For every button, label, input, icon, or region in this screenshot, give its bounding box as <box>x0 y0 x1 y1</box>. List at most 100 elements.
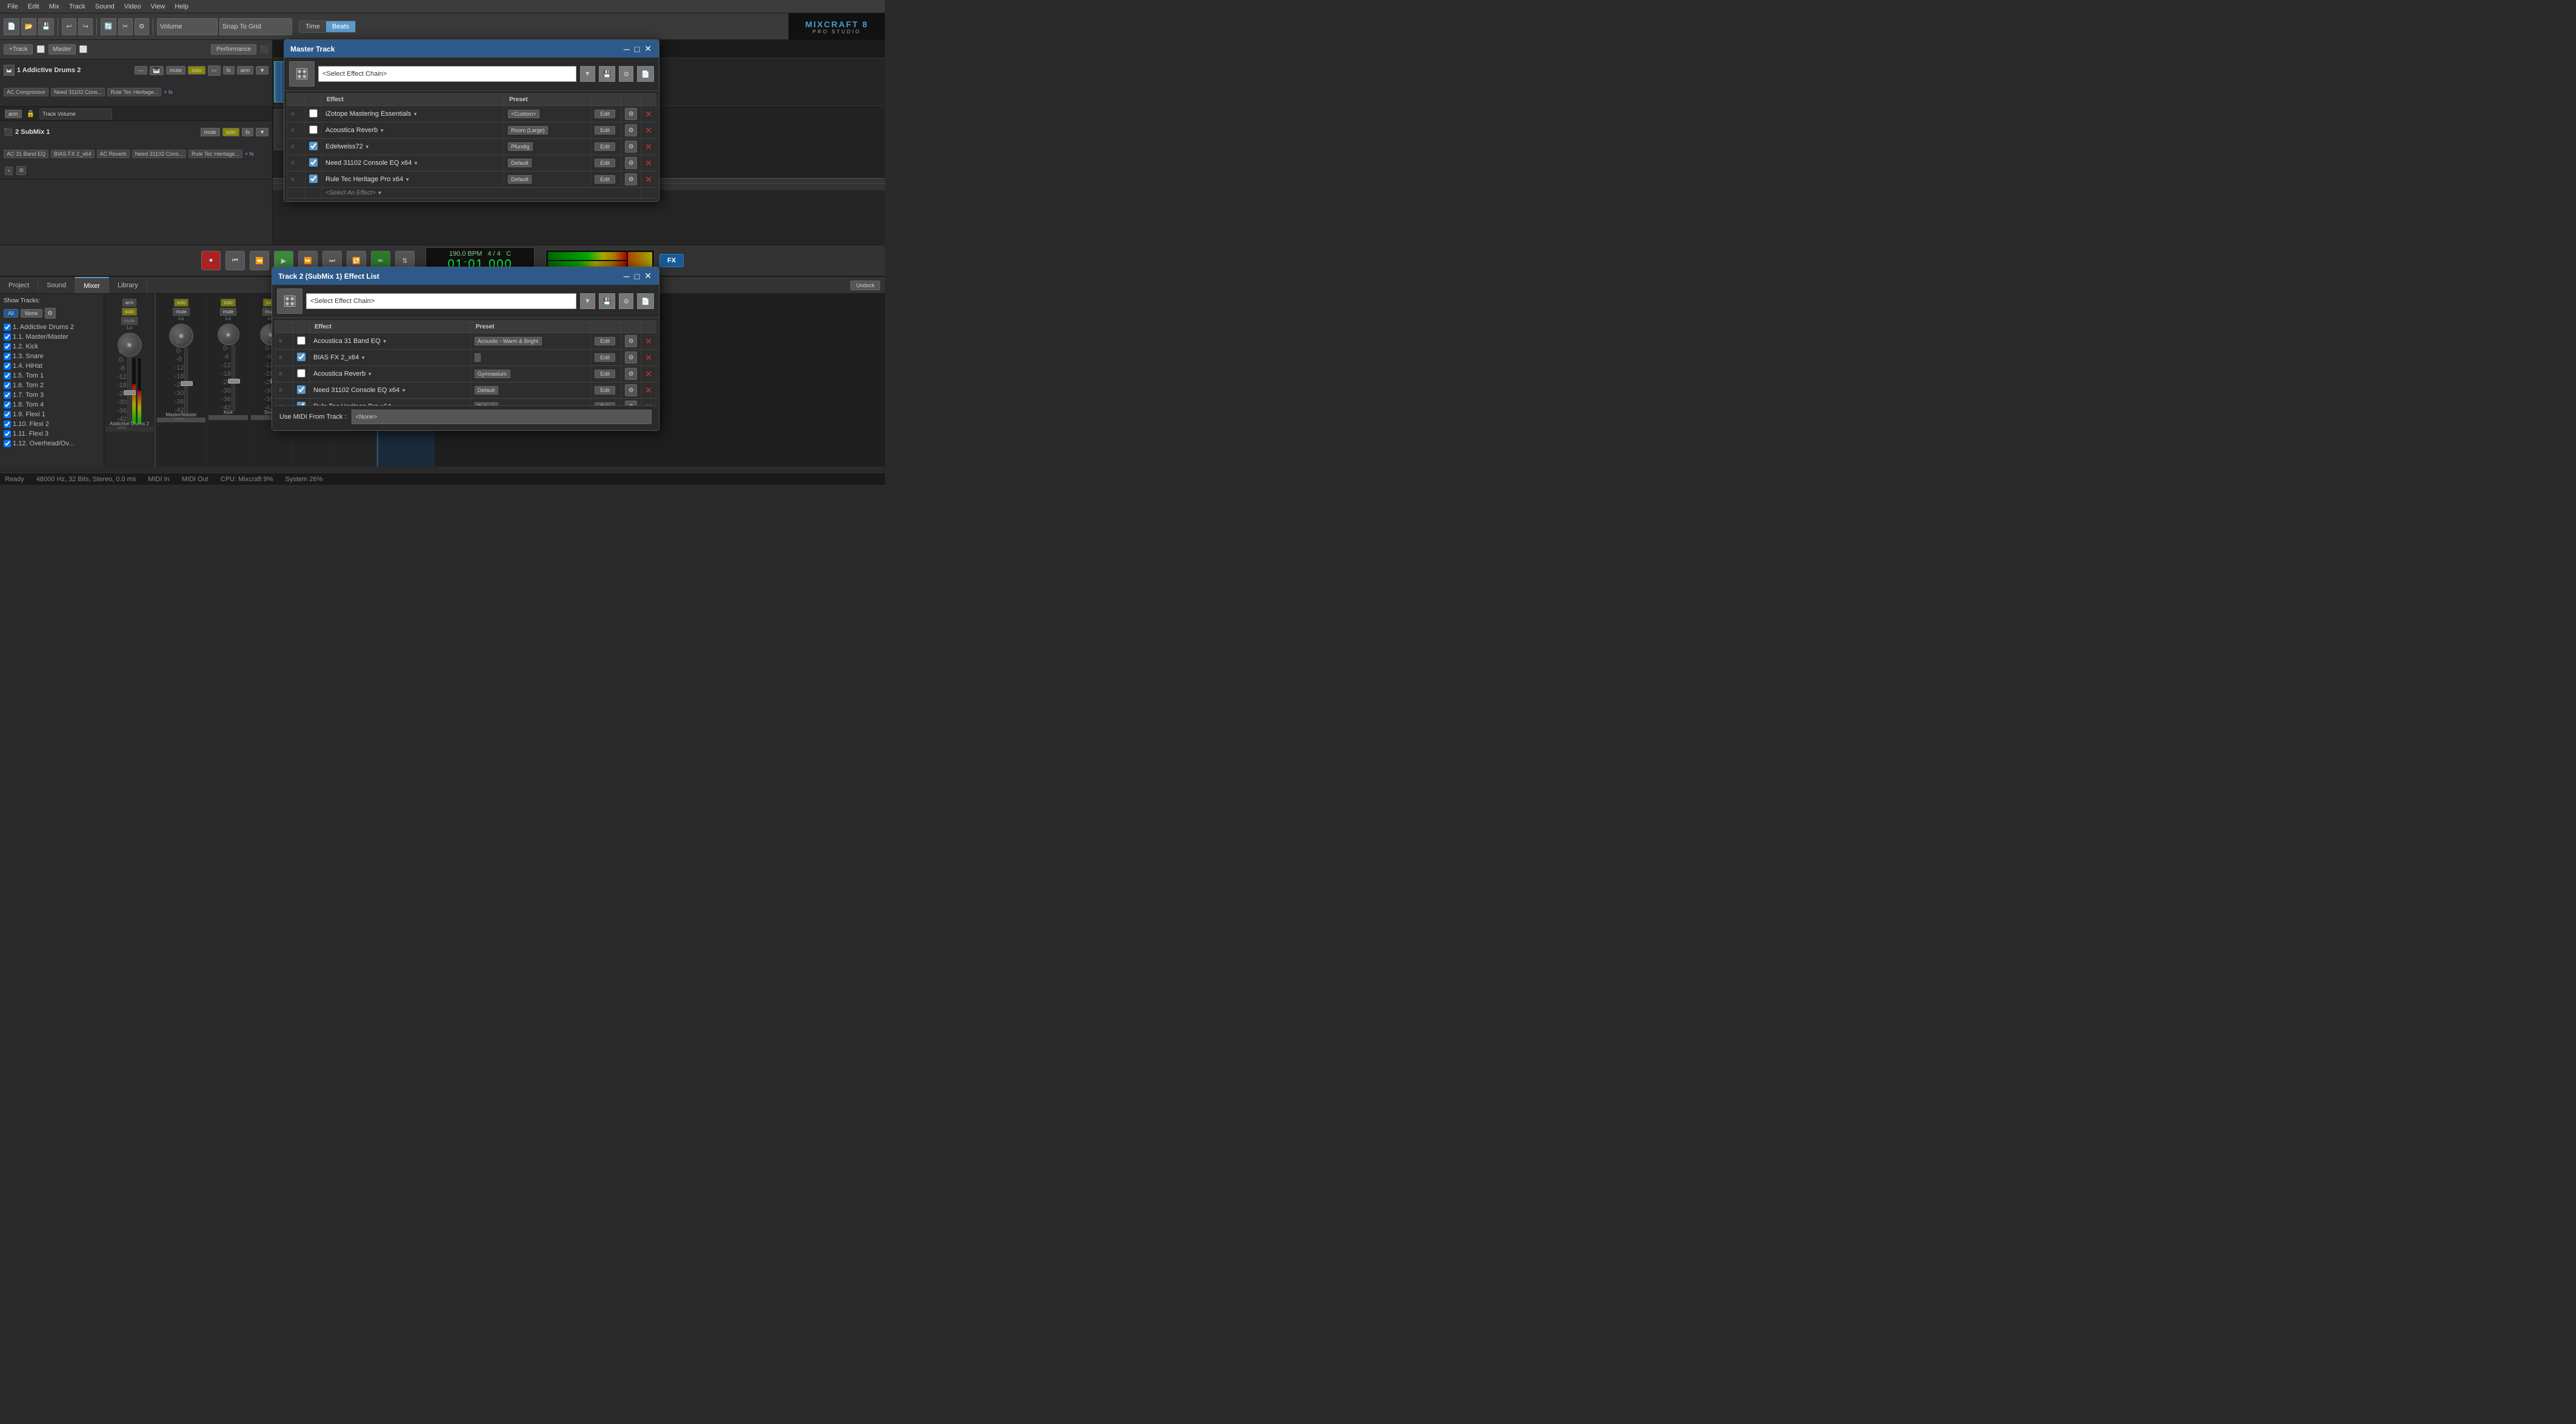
track-2-fx-1[interactable]: AC 31 Band EQ <box>4 150 48 158</box>
track-2-fx-5[interactable]: Rule Tec Heritage... <box>189 150 242 158</box>
track-1-fx-3[interactable]: Rule Tec Heritage... <box>107 88 161 96</box>
menu-help[interactable]: Help <box>170 2 193 12</box>
submix-effect-1-edit[interactable]: Edit <box>595 337 615 345</box>
submix-minimize[interactable]: ─ <box>622 271 631 281</box>
menu-view[interactable]: View <box>146 2 170 12</box>
submix-effect-4-gear[interactable]: ⚙ <box>625 384 637 396</box>
submix-drag-2[interactable]: ≡ <box>275 350 293 366</box>
mixer-item-1-7[interactable]: 1.7. Tom 3 <box>4 390 100 400</box>
volume-select[interactable]: Volume <box>157 18 218 35</box>
master-effect-3-preset[interactable]: Pfundig <box>508 142 533 151</box>
track-1-arm2[interactable]: arm <box>5 110 22 118</box>
undock-button[interactable]: Undock <box>850 281 880 290</box>
track-2-fx[interactable]: fx <box>242 128 253 136</box>
drag-handle-3[interactable]: ≡ <box>287 139 305 155</box>
submix-drag-4[interactable]: ≡ <box>275 382 293 399</box>
submix-effect-2-preset[interactable] <box>475 353 481 362</box>
submix-effect-4-delete[interactable]: ✕ <box>645 385 652 396</box>
track-1-expand[interactable]: ▼ <box>256 66 269 75</box>
master-effect-1-edit[interactable]: Edit <box>595 110 615 118</box>
track-2-fx-2[interactable]: BIAS FX 2_x64 <box>51 150 95 158</box>
submix-chain-gear[interactable]: ⚙ <box>619 293 633 309</box>
ch1-1-mute-button[interactable]: mute <box>173 308 190 316</box>
master-effect-5-delete[interactable]: ✕ <box>645 175 652 185</box>
drag-handle-5[interactable]: ≡ <box>287 171 305 188</box>
submix-effect-5-delete[interactable]: ✕ <box>645 402 652 406</box>
time-button[interactable]: Time <box>299 21 326 32</box>
mixer-item-1[interactable]: 1. Addictive Drums 2 <box>4 322 100 332</box>
submix-effect-3-preset[interactable]: Gymnasium <box>475 370 510 378</box>
drag-handle-4[interactable]: ≡ <box>287 155 305 171</box>
track-2-expand[interactable]: ▼ <box>256 128 269 136</box>
mixer-item-1-8[interactable]: 1.8. Tom 4 <box>4 400 100 410</box>
submix-effect-2-edit[interactable]: Edit <box>595 353 615 362</box>
add-track-button[interactable]: +Track <box>4 44 33 55</box>
menu-track[interactable]: Track <box>64 2 90 12</box>
track-2-fx-4[interactable]: Need 31102 Cons... <box>132 150 186 158</box>
master-effect-3-delete[interactable]: ✕ <box>645 142 652 152</box>
mixer-item-1-3[interactable]: 1.3. Snare <box>4 351 100 361</box>
master-track-chain-select[interactable]: <Select Effect Chain> <box>318 66 576 82</box>
master-effect-2-delete[interactable]: ✕ <box>645 125 652 136</box>
menu-file[interactable]: File <box>2 2 23 12</box>
master-track-maximize[interactable]: □ <box>633 44 641 54</box>
beats-button[interactable]: Beats <box>326 21 355 32</box>
track-1-fx-2[interactable]: Need 31102 Cons... <box>51 88 105 96</box>
loop-button[interactable]: 🔄 <box>101 18 116 35</box>
submix-effect-5-edit[interactable]: Edit <box>595 402 615 405</box>
ch1-solo-button[interactable]: solo <box>122 308 137 316</box>
mixer-item-1-9[interactable]: 1.9. Flexi 1 <box>4 410 100 419</box>
master-chain-new[interactable]: 📄 <box>637 66 654 82</box>
master-effect-1-preset[interactable]: <Custom> <box>508 110 539 118</box>
record-button[interactable]: ⏺ <box>201 251 221 270</box>
mixer-item-1-12[interactable]: 1.12. Overhead/Ov... <box>4 439 100 448</box>
mixer-item-1-2[interactable]: 1.2. Kick <box>4 342 100 351</box>
master-effect-4-edit[interactable]: Edit <box>595 159 615 167</box>
track-1-solo[interactable]: solo <box>188 66 205 75</box>
master-chain-gear[interactable]: ⚙ <box>619 66 633 82</box>
track-1-fx[interactable]: fx <box>223 66 235 75</box>
submix-effect-2-delete[interactable]: ✕ <box>645 353 652 363</box>
master-fx-button[interactable]: FX <box>659 254 684 267</box>
ch1-fader-handle[interactable] <box>124 390 136 395</box>
master-effect-1-checkbox[interactable] <box>309 109 318 118</box>
ch1-2-fader-handle[interactable] <box>228 379 240 384</box>
mixer-item-1-10[interactable]: 1.10. Flexi 2 <box>4 419 100 429</box>
track-2-mute[interactable]: mute <box>201 128 220 136</box>
master-effect-2-edit[interactable]: Edit <box>595 126 615 135</box>
drag-handle-2[interactable]: ≡ <box>287 122 305 139</box>
track-1-fx-1[interactable]: AC Compressor <box>4 88 48 96</box>
track-2-add-fx[interactable]: + fx <box>245 151 254 157</box>
mixer-item-1-1[interactable]: 1.1. Master/Master <box>4 332 100 342</box>
tab-mixer[interactable]: Mixer <box>75 277 109 293</box>
menu-sound[interactable]: Sound <box>90 2 119 12</box>
performance-button[interactable]: Performance <box>211 44 256 55</box>
track-1-mute[interactable]: mute <box>166 66 185 75</box>
submix-effect-4-checkbox[interactable] <box>297 385 305 394</box>
mixer-gear-button[interactable]: ⚙ <box>45 308 56 319</box>
master-effect-4-preset[interactable]: Default <box>508 159 532 167</box>
mixer-all-button[interactable]: All <box>4 309 18 318</box>
ch1-2-solo-button[interactable]: solo <box>221 299 236 307</box>
master-effect-5-gear[interactable]: ⚙ <box>625 173 637 185</box>
cut-button[interactable]: ✂ <box>118 18 133 35</box>
submix-effect-5-checkbox[interactable] <box>297 402 305 406</box>
mixer-item-1-5[interactable]: 1.5. Tom 1 <box>4 371 100 381</box>
ch1-1-fader-handle[interactable] <box>181 381 193 386</box>
master-effect-5-checkbox[interactable] <box>309 175 318 183</box>
tab-sound[interactable]: Sound <box>38 277 75 293</box>
submix-drag-5[interactable]: ≡ <box>275 399 293 406</box>
submix-effect-1-checkbox[interactable] <box>297 336 305 345</box>
master-chain-save[interactable]: 💾 <box>599 66 616 82</box>
menu-edit[interactable]: Edit <box>23 2 44 12</box>
snap-select[interactable]: Snap To Grid <box>219 18 292 35</box>
track-2-solo[interactable]: solo <box>222 128 240 136</box>
track-1-arm[interactable]: arm <box>237 66 254 75</box>
ch1-2-knob[interactable]: ◉ <box>218 324 239 345</box>
submix-effect-3-edit[interactable]: Edit <box>595 370 615 378</box>
track-2-add-btn[interactable]: + <box>5 167 13 175</box>
submix-chain-new[interactable]: 📄 <box>637 293 654 309</box>
track-1-add-fx[interactable]: + fx <box>164 89 173 95</box>
settings-button[interactable]: ⚙ <box>135 18 149 35</box>
track-2-fx-3[interactable]: AC Reverb <box>97 150 130 158</box>
